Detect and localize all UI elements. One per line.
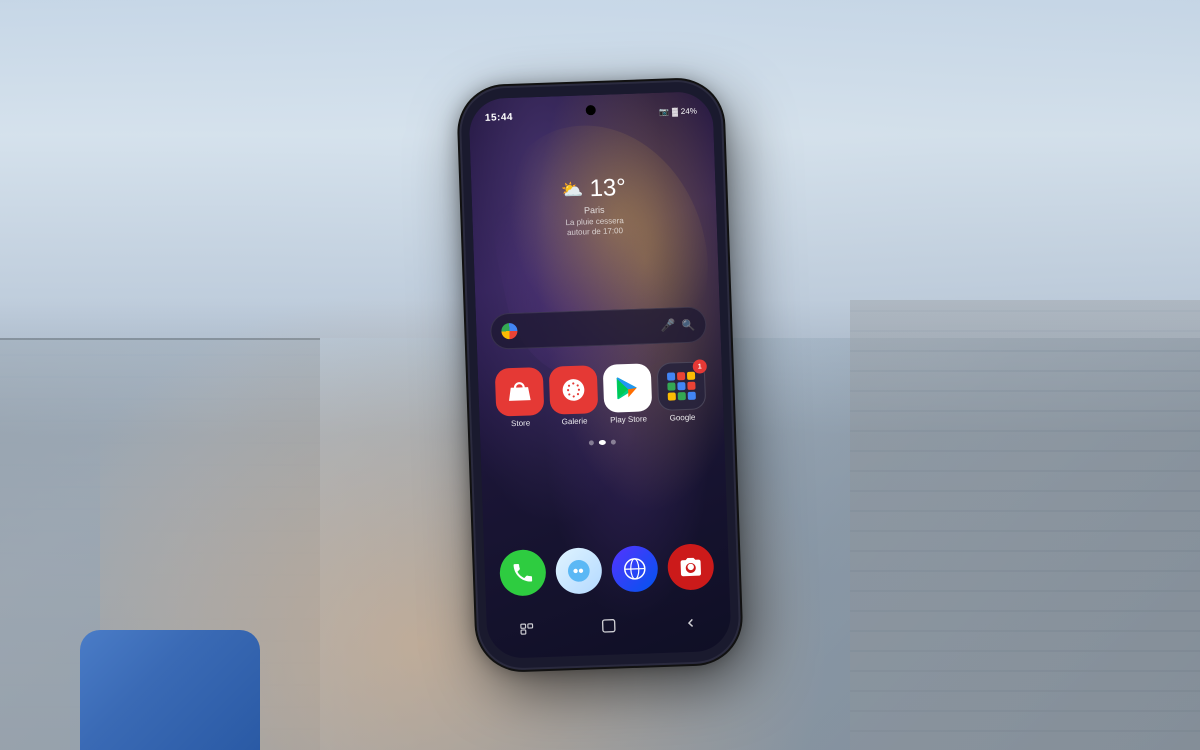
dot-2-active — [599, 440, 606, 445]
status-icons: 📷 ▓ 24% — [659, 106, 697, 116]
google-dot — [687, 372, 695, 380]
store-label: Store — [511, 419, 530, 428]
weather-icon: ⛅ — [561, 179, 584, 201]
google-dot — [687, 382, 695, 390]
google-label: Google — [670, 414, 696, 424]
weather-temp-display: ⛅ 13° — [513, 172, 674, 206]
app-playstore[interactable]: Play Store — [603, 363, 653, 425]
navigation-bar — [486, 603, 731, 651]
notification-badge: 1 — [693, 359, 707, 373]
app-google[interactable]: 1 Google — [657, 361, 707, 423]
phone-wrapper: 15:44 📷 ▓ 24% ⛅ 13° Paris La pluie cesse… — [460, 81, 740, 670]
app-store[interactable]: Store — [495, 367, 545, 429]
dock-browser[interactable] — [611, 545, 659, 593]
dock-phone[interactable] — [499, 549, 547, 597]
phone-screen: 15:44 📷 ▓ 24% ⛅ 13° Paris La pluie cesse… — [468, 91, 731, 659]
store-icon — [495, 367, 545, 417]
weather-widget: ⛅ 13° Paris La pluie cesseraautour de 17… — [513, 172, 675, 240]
lens-icon[interactable]: 🔍 — [681, 318, 695, 331]
nav-back[interactable] — [683, 615, 698, 632]
sleeve — [80, 630, 260, 750]
dot-3 — [611, 439, 616, 444]
google-grid — [667, 372, 696, 401]
google-icon: 1 — [657, 361, 707, 411]
google-dot — [688, 392, 696, 400]
dock-camera[interactable] — [667, 543, 715, 591]
status-time: 15:44 — [485, 111, 513, 123]
galerie-label: Galerie — [562, 417, 588, 427]
google-search-bar[interactable]: 🎤 🔍 — [490, 306, 707, 350]
google-dot — [677, 382, 685, 390]
nav-recent[interactable] — [520, 621, 535, 638]
bottom-dock — [494, 536, 720, 604]
dock-messages[interactable] — [555, 547, 603, 595]
signal-icon: ▓ — [672, 107, 678, 116]
phone-body: 15:44 📷 ▓ 24% ⛅ 13° Paris La pluie cesse… — [460, 81, 740, 670]
galerie-icon — [549, 365, 599, 415]
app-galerie[interactable]: Galerie — [549, 365, 599, 427]
camera-status-icon: 📷 — [659, 107, 669, 116]
google-dot — [667, 382, 675, 390]
google-dot — [668, 392, 676, 400]
page-indicators — [589, 439, 616, 445]
dot-1 — [589, 440, 594, 445]
google-logo — [501, 323, 518, 340]
nav-home[interactable] — [600, 617, 617, 637]
playstore-label: Play Store — [610, 415, 647, 425]
microphone-icon[interactable]: 🎤 — [660, 318, 675, 333]
playstore-icon — [603, 363, 653, 413]
google-dot — [677, 372, 685, 380]
temperature-value: 13° — [589, 174, 626, 203]
google-dot — [667, 372, 675, 380]
battery-icon: 24% — [681, 106, 697, 116]
google-dot — [678, 392, 686, 400]
app-grid: Store Galerie — [478, 361, 724, 430]
